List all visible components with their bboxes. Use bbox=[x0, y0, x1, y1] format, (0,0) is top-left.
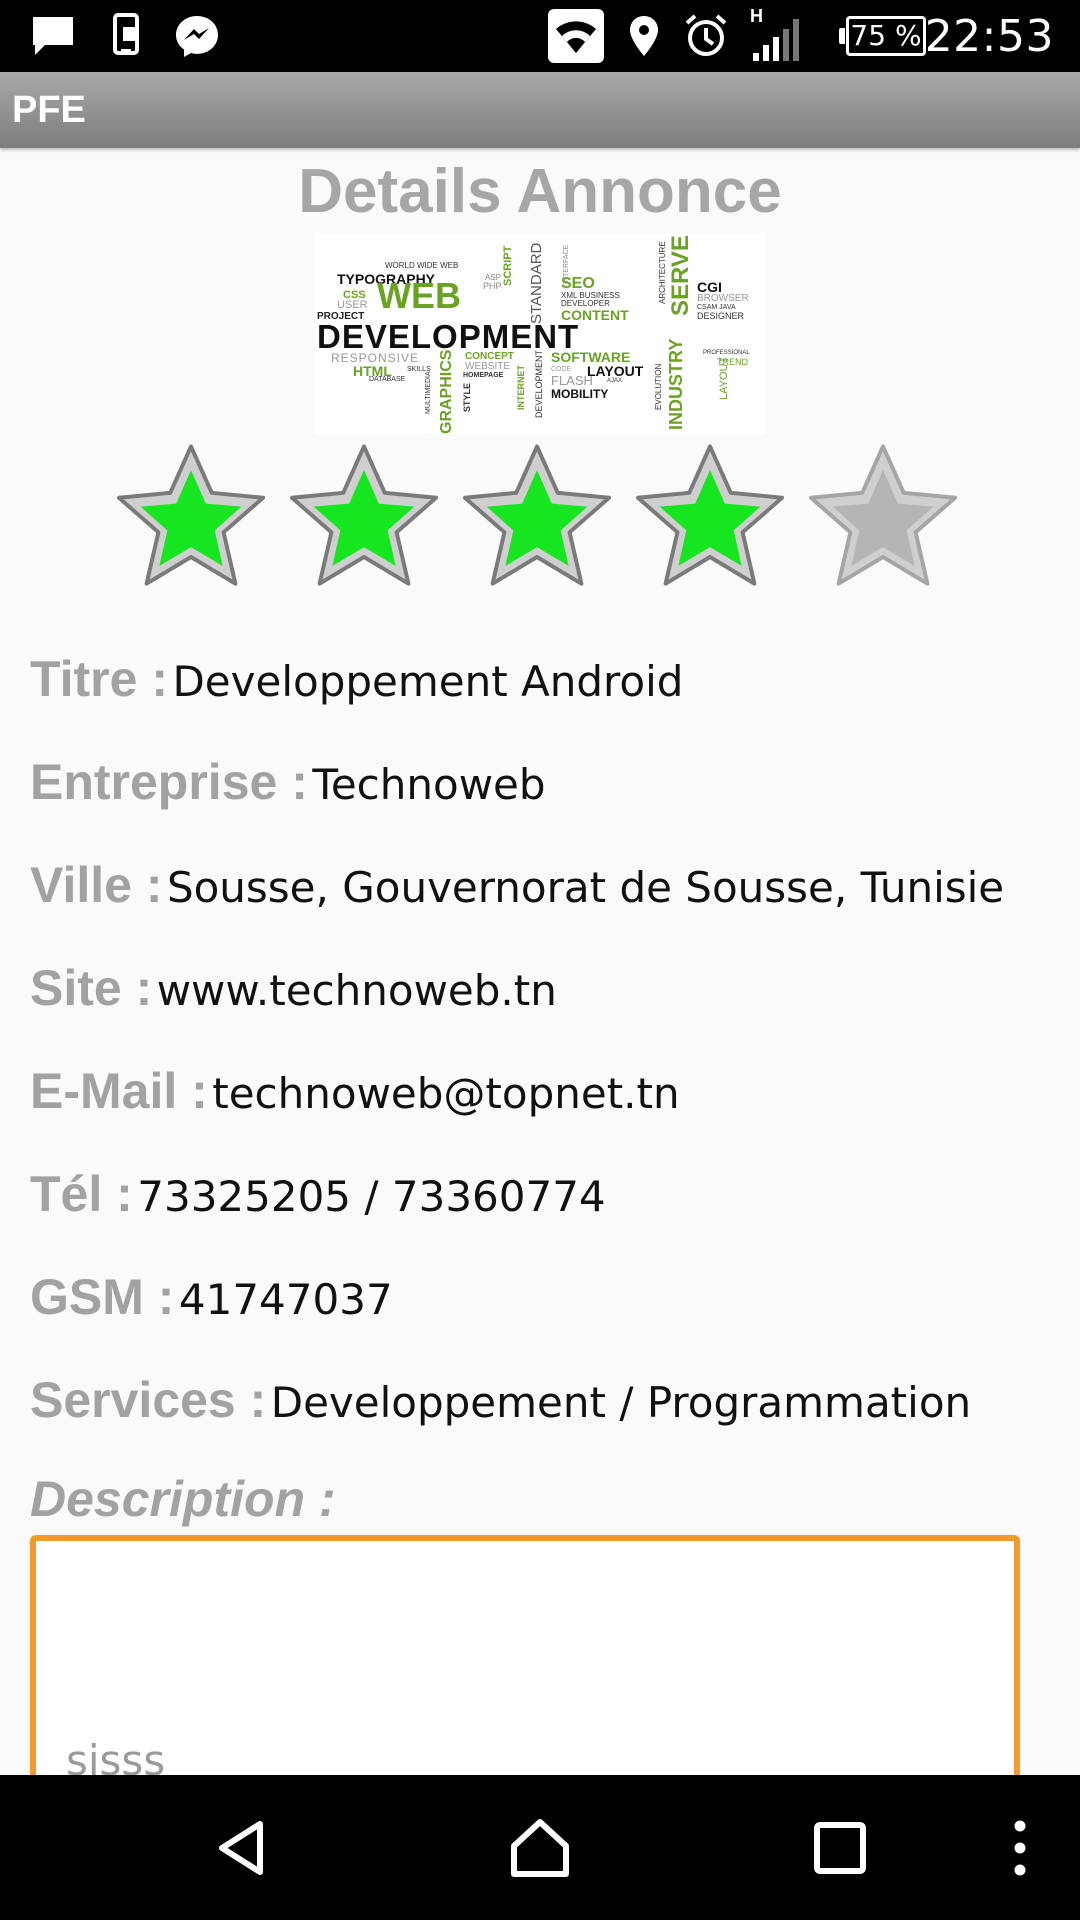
star-1-icon[interactable] bbox=[112, 440, 270, 595]
field-gsm: GSM : 41747037 bbox=[30, 1268, 393, 1326]
word-cloud-word: SEO bbox=[561, 275, 595, 292]
word-cloud-word: FLASH bbox=[551, 373, 593, 388]
word-cloud-word: MOBILITY bbox=[551, 387, 609, 401]
word-cloud-word: DESIGNER bbox=[697, 311, 745, 321]
field-email: E-Mail : technoweb@topnet.tn bbox=[30, 1062, 680, 1120]
field-titre: Titre : Developpement Android bbox=[30, 650, 683, 708]
back-button[interactable] bbox=[200, 1775, 280, 1920]
field-entreprise: Entreprise : Technoweb bbox=[30, 753, 546, 811]
gsm-link[interactable]: 41747037 bbox=[179, 1275, 393, 1324]
field-tel: Tél : 73325205 / 73360774 bbox=[30, 1165, 606, 1223]
field-site: Site : www.technoweb.tn bbox=[30, 959, 557, 1017]
field-value: Developpement Android bbox=[172, 657, 684, 706]
signal-icon: H bbox=[746, 0, 806, 72]
field-label: Tél : bbox=[30, 1166, 133, 1222]
star-4-icon[interactable] bbox=[631, 440, 789, 595]
field-label: E-Mail : bbox=[30, 1063, 208, 1119]
word-cloud-word: ARCHITECTURE bbox=[658, 241, 667, 304]
network-type-label: H bbox=[750, 6, 763, 26]
word-cloud-word: STYLE bbox=[462, 382, 472, 412]
field-label: Entreprise : bbox=[30, 754, 308, 810]
status-time: 22:53 bbox=[924, 11, 1054, 62]
star-2-icon[interactable] bbox=[285, 440, 443, 595]
word-cloud-word: SCRIPT bbox=[502, 245, 514, 286]
page-title: Details Annonce bbox=[298, 157, 782, 226]
word-cloud-word: LAYOUT bbox=[718, 356, 730, 400]
word-cloud-word: MULTIMEDIA bbox=[425, 371, 432, 414]
word-cloud-word: DATABASE bbox=[369, 376, 406, 383]
field-value: Developpement / Programmation bbox=[270, 1378, 972, 1427]
field-value: Sousse, Gouvernorat de Sousse, Tunisie bbox=[166, 863, 1005, 912]
word-cloud-word: GRAPHICS bbox=[438, 349, 455, 434]
battery-level: 75 % bbox=[850, 19, 922, 52]
word-cloud-word: INTERNET bbox=[516, 365, 526, 410]
hero-image: TYPOGRAPHY WORLD WIDE WEB CSS USER PROJE… bbox=[315, 234, 765, 434]
word-cloud-word: LAYOUT bbox=[587, 363, 644, 379]
battery-icon: 75 % bbox=[839, 16, 926, 56]
word-cloud-word: BROWSER bbox=[697, 293, 749, 304]
word-cloud-word: SERVER bbox=[667, 234, 694, 316]
app-bar: PFE bbox=[0, 72, 1080, 148]
back-icon bbox=[219, 1820, 263, 1875]
home-icon bbox=[511, 1818, 569, 1877]
phone-sync-icon bbox=[108, 0, 144, 72]
status-bar: H 75 % 22:53 bbox=[0, 0, 1080, 72]
field-ville: Ville : Sousse, Gouvernorat de Sousse, T… bbox=[30, 856, 1004, 914]
word-cloud-word: WEBSITE bbox=[465, 361, 511, 372]
word-cloud-word: HOMEPAGE bbox=[463, 372, 504, 379]
star-3-icon[interactable] bbox=[458, 440, 616, 595]
word-cloud-word: PROFESSIONAL bbox=[703, 350, 750, 356]
word-cloud-word: INDUSTRY bbox=[666, 338, 686, 430]
word-cloud-word: CGI bbox=[697, 279, 722, 295]
star-5-icon[interactable] bbox=[804, 440, 962, 595]
word-cloud-word: AJAX bbox=[607, 378, 623, 384]
word-cloud-word: SOFTWARE bbox=[551, 349, 631, 365]
field-value: Technoweb bbox=[312, 760, 546, 809]
app-title: PFE bbox=[12, 89, 86, 131]
screen: H 75 % 22:53 PFE Details Annonce TYPOGRA… bbox=[0, 0, 1080, 1920]
word-cloud-word: DEVELOPMENT bbox=[317, 318, 580, 355]
field-label: Ville : bbox=[30, 857, 163, 913]
wifi-icon bbox=[548, 0, 604, 72]
site-link[interactable]: www.technoweb.tn bbox=[157, 966, 557, 1015]
rating-bar[interactable] bbox=[112, 440, 972, 595]
word-cloud-word: EVOLUTION bbox=[654, 363, 663, 410]
word-cloud-word: CSAM JAVA bbox=[697, 304, 736, 311]
word-cloud-word: STANDARD bbox=[528, 242, 545, 324]
recents-button[interactable] bbox=[800, 1775, 880, 1920]
field-label: Titre : bbox=[30, 651, 168, 707]
field-label: Site : bbox=[30, 960, 153, 1016]
more-icon bbox=[1014, 1820, 1026, 1875]
home-button[interactable] bbox=[500, 1775, 580, 1920]
field-label: Services : bbox=[30, 1372, 267, 1428]
description-label: Description : bbox=[30, 1471, 336, 1527]
phone-link[interactable]: 73325205 / 73360774 bbox=[137, 1172, 605, 1221]
field-services: Services : Developpement / Programmation bbox=[30, 1371, 971, 1429]
email-link[interactable]: technoweb@topnet.tn bbox=[212, 1069, 679, 1118]
messenger-icon bbox=[172, 0, 222, 72]
recents-icon bbox=[814, 1821, 866, 1874]
field-label: GSM : bbox=[30, 1269, 175, 1325]
location-icon bbox=[626, 0, 662, 72]
word-cloud-word: WORLD WIDE WEB bbox=[385, 261, 459, 270]
word-cloud-word: DEVELOPMENT bbox=[534, 349, 544, 418]
navigation-bar bbox=[0, 1775, 1080, 1920]
overflow-menu-button[interactable] bbox=[1000, 1775, 1040, 1920]
word-cloud-word: USER bbox=[337, 299, 368, 311]
word-cloud-word: CODE bbox=[551, 366, 572, 373]
alarm-icon bbox=[682, 0, 730, 72]
word-cloud-word: PHP bbox=[483, 281, 502, 291]
word-cloud-word: WEB bbox=[377, 275, 461, 316]
message-icon bbox=[28, 0, 78, 72]
